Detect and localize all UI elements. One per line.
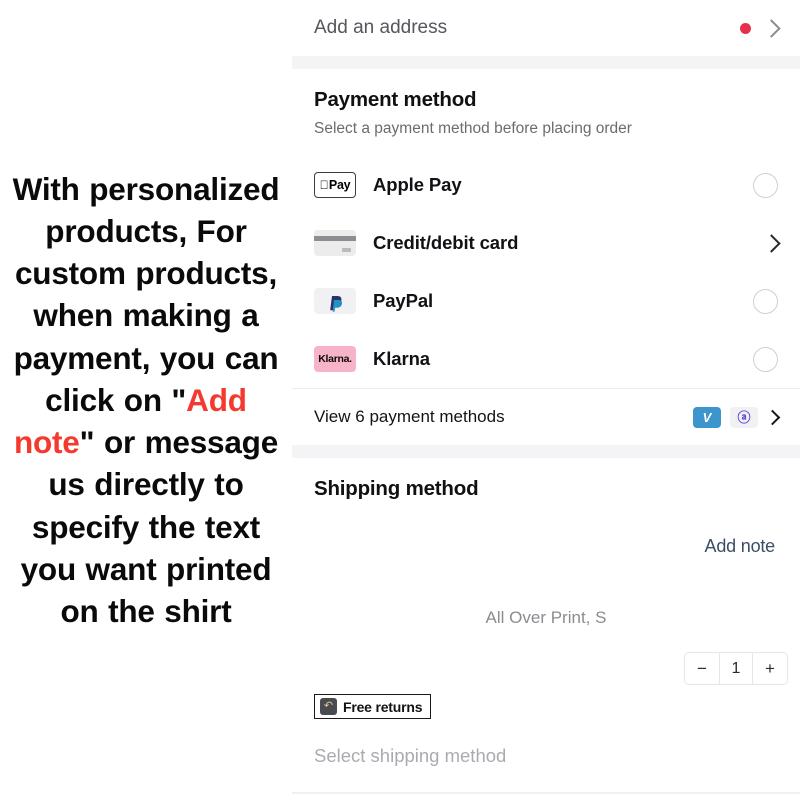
- payment-option-left: Pay Apple Pay: [314, 172, 462, 198]
- section-divider-band-2: [292, 445, 800, 458]
- payment-option-left: Credit/debit card: [314, 230, 518, 256]
- add-address-row[interactable]: Add an address: [292, 0, 800, 56]
- add-address-label: Add an address: [314, 17, 448, 38]
- view-more-right: V ⓐ: [693, 406, 781, 428]
- affirm-badge-text: ⓐ: [737, 409, 751, 425]
- klarna-radio[interactable]: [753, 346, 778, 372]
- caption-part1: With personalized products, For custom p…: [12, 170, 280, 418]
- screenshot-root: With personalized products, For custom p…: [0, 0, 800, 800]
- select-shipping-method-placeholder[interactable]: Select shipping method: [314, 745, 506, 767]
- apple-pay-icon: Pay: [314, 172, 356, 198]
- caption-panel: With personalized products, For custom p…: [0, 0, 292, 800]
- payment-option-klarna[interactable]: Klarna. Klarna: [292, 330, 800, 388]
- apple-pay-radio[interactable]: [753, 172, 778, 198]
- shipping-method-title: Shipping method: [314, 477, 479, 500]
- payment-option-label: Klarna: [373, 348, 430, 369]
- add-note-link[interactable]: Add note: [705, 536, 776, 557]
- venmo-badge-text: V: [702, 409, 712, 425]
- product-variant-label: All Over Print, S: [485, 608, 607, 627]
- apple-pay-badge-text: Pay: [324, 178, 351, 192]
- quantity-decrement-button[interactable]: −: [685, 653, 719, 684]
- payment-option-label: Credit/debit card: [373, 232, 519, 253]
- caption-text: With personalized products, For custom p…: [12, 168, 280, 632]
- view-more-label: View 6 payment methods: [314, 407, 505, 426]
- free-returns-label: Free returns: [343, 698, 423, 715]
- affirm-icon: ⓐ: [730, 406, 758, 428]
- section-divider-band: [292, 56, 800, 69]
- payment-option-left: PayPal: [314, 288, 433, 314]
- payment-option-left: Klarna. Klarna: [314, 346, 430, 372]
- paypal-icon: [314, 288, 356, 314]
- free-returns-badge: ↶ Free returns: [314, 694, 432, 719]
- payment-option-paypal[interactable]: PayPal: [292, 272, 800, 330]
- quantity-increment-button[interactable]: +: [753, 653, 787, 684]
- view-more-payment-methods-row[interactable]: View 6 payment methods V ⓐ: [292, 389, 800, 445]
- klarna-icon: Klarna.: [314, 346, 356, 372]
- chevron-right-icon[interactable]: [762, 18, 781, 38]
- quantity-value[interactable]: 1: [719, 653, 753, 684]
- venmo-icon: V: [693, 406, 721, 428]
- quantity-stepper[interactable]: − 1 +: [684, 652, 788, 685]
- payment-option-apple-pay[interactable]: Pay Apple Pay: [292, 156, 800, 214]
- credit-card-chevron-right-icon[interactable]: [762, 233, 781, 253]
- view-more-chevron-right-icon[interactable]: [764, 409, 781, 425]
- klarna-badge-text: Klarna.: [318, 353, 352, 365]
- return-arrow-icon: ↶: [320, 698, 337, 715]
- required-dot-icon: [740, 22, 751, 34]
- checkout-panel: Add an address Payment method Select a p…: [292, 0, 800, 800]
- payment-method-title: Payment method: [314, 88, 477, 111]
- paypal-radio[interactable]: [753, 288, 778, 314]
- payment-option-label: Apple Pay: [373, 174, 462, 195]
- bottom-divider: [292, 792, 800, 794]
- payment-option-credit-card[interactable]: Credit/debit card: [292, 214, 800, 272]
- credit-card-icon: [314, 230, 356, 256]
- add-address-right: [740, 18, 781, 38]
- caption-quote-open: ": [171, 381, 187, 418]
- payment-method-subtitle: Select a payment method before placing o…: [314, 120, 632, 137]
- payment-option-label: PayPal: [373, 290, 434, 311]
- caption-quote-close: ": [79, 424, 95, 461]
